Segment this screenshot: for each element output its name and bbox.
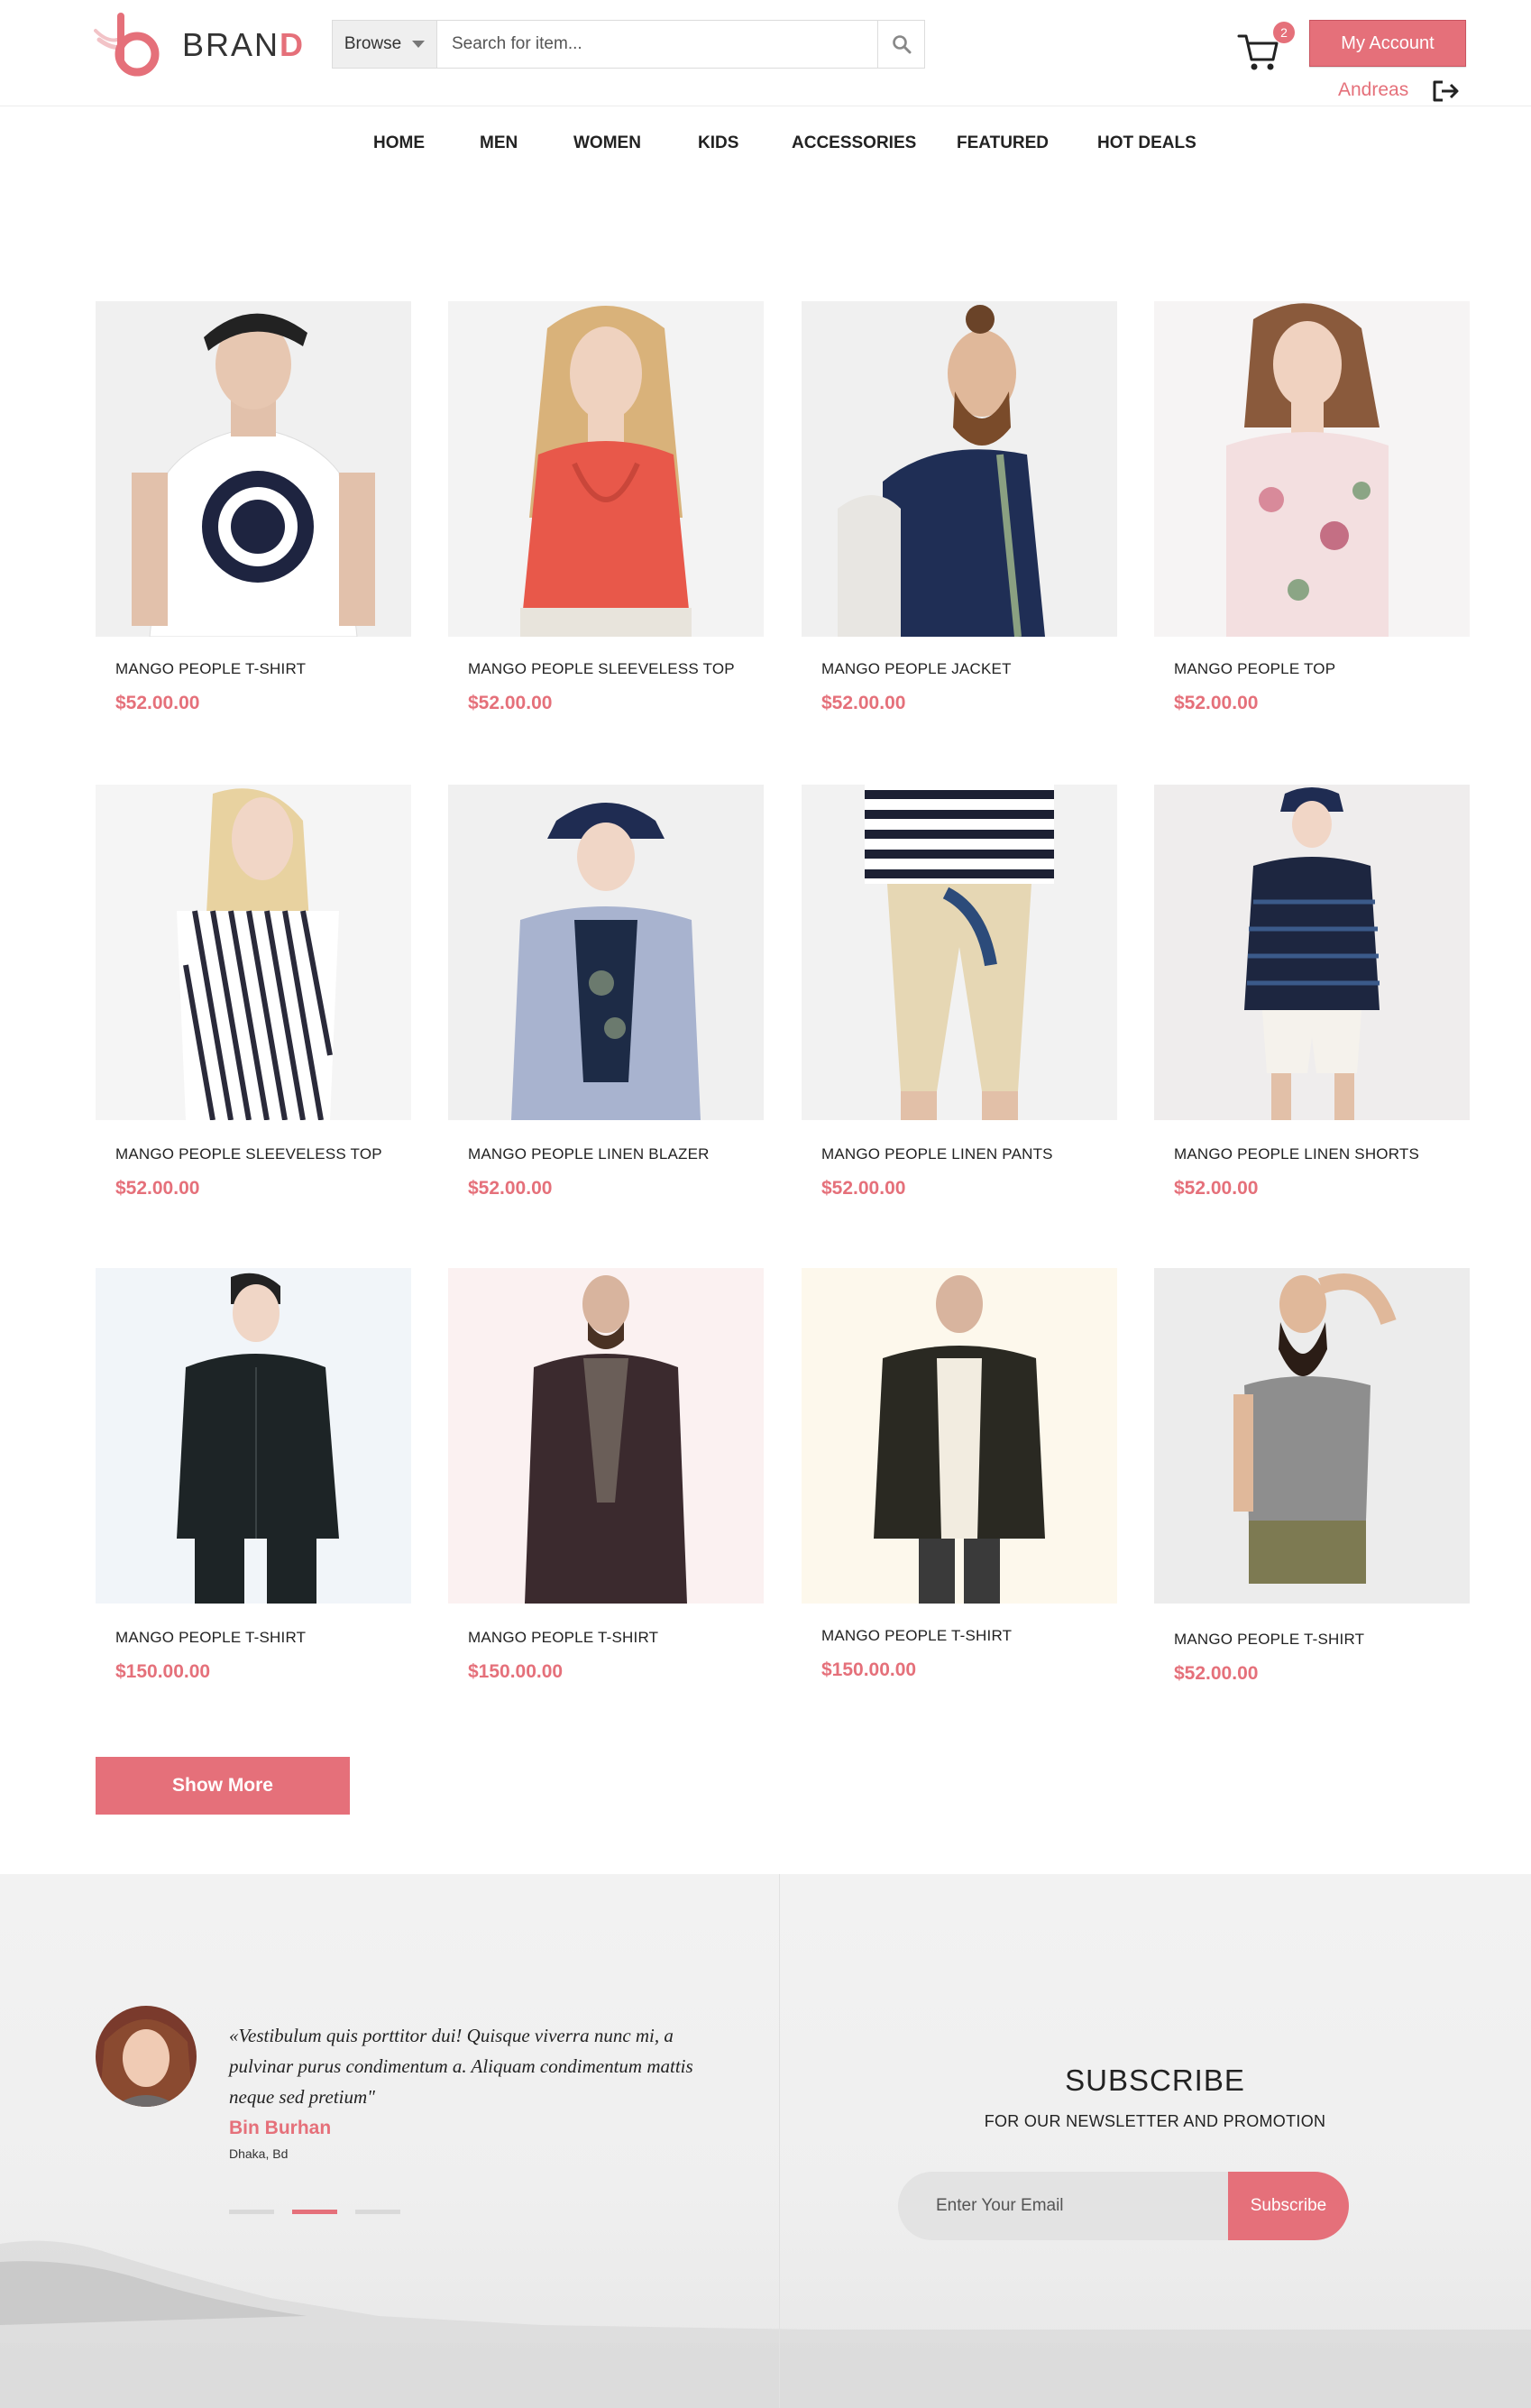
- pagination-dot[interactable]: [355, 2210, 400, 2214]
- product-price: $52.00.00: [821, 1178, 906, 1199]
- brand-name: BRAND: [182, 26, 306, 63]
- product-card[interactable]: MANGO PEOPLE JACKET $52.00.00: [802, 301, 1117, 713]
- product-card[interactable]: MANGO PEOPLE T-SHIRT $52.00.00: [1154, 1268, 1470, 1684]
- cart-count-badge: 2: [1273, 22, 1295, 43]
- product-price: $52.00.00: [468, 1178, 553, 1199]
- product-image[interactable]: [448, 301, 764, 637]
- product-card[interactable]: MANGO PEOPLE T-SHIRT $150.00.00: [802, 1268, 1117, 1680]
- nav-item-featured[interactable]: FEATURED: [957, 133, 1049, 153]
- product-price: $52.00.00: [821, 693, 906, 713]
- product-image[interactable]: [1154, 1268, 1470, 1604]
- site-header: BRAND Browse 2 My Account Andreas: [0, 0, 1531, 106]
- subscribe-form: Subscribe: [898, 2172, 1349, 2240]
- testimonial-quote: «Vestibulum quis porttitor dui! Quisque …: [229, 2025, 693, 2108]
- product-card[interactable]: MANGO PEOPLE SLEEVELESS TOP $52.00.00: [96, 785, 411, 1199]
- product-price: $52.00.00: [1174, 1178, 1259, 1199]
- product-price: $52.00.00: [115, 1178, 200, 1199]
- logout-icon: [1433, 80, 1459, 102]
- product-card[interactable]: MANGO PEOPLE TOP $52.00.00: [1154, 301, 1470, 713]
- show-more-button[interactable]: Show More: [96, 1757, 350, 1815]
- testimonial-author: Bin Burhan: [229, 2118, 332, 2138]
- cart-button[interactable]: 2: [1237, 22, 1295, 76]
- sea-background-image: [0, 2240, 1531, 2408]
- caret-down-icon: [412, 41, 426, 48]
- product-price: $52.00.00: [1174, 693, 1259, 713]
- product-price: $150.00.00: [821, 1659, 917, 1680]
- product-name[interactable]: MANGO PEOPLE LINEN SHORTS: [1174, 1145, 1419, 1163]
- product-name[interactable]: MANGO PEOPLE T-SHIRT: [115, 660, 306, 678]
- product-name[interactable]: MANGO PEOPLE LINEN BLAZER: [468, 1145, 710, 1163]
- search-button[interactable]: [877, 21, 924, 68]
- product-price: $52.00.00: [1174, 1663, 1259, 1684]
- product-card[interactable]: MANGO PEOPLE T-SHIRT $150.00.00: [96, 1268, 411, 1682]
- nav-item-kids[interactable]: KIDS: [698, 133, 738, 153]
- pagination-dot[interactable]: [229, 2210, 274, 2214]
- browse-label: Browse: [344, 34, 402, 53]
- product-name[interactable]: MANGO PEOPLE SLEEVELESS TOP: [115, 1145, 382, 1163]
- nav-item-hot-deals[interactable]: HOT DEALS: [1097, 133, 1196, 153]
- product-card[interactable]: MANGO PEOPLE LINEN BLAZER $52.00.00: [448, 785, 764, 1199]
- product-image[interactable]: [802, 301, 1117, 637]
- nav-item-accessories[interactable]: ACCESSORIES: [792, 133, 916, 153]
- product-image[interactable]: [1154, 785, 1470, 1120]
- product-price: $150.00.00: [115, 1661, 211, 1682]
- product-name[interactable]: MANGO PEOPLE TOP: [1174, 660, 1335, 678]
- product-price: $52.00.00: [115, 693, 200, 713]
- nav-item-women[interactable]: WOMEN: [573, 133, 641, 153]
- product-card[interactable]: MANGO PEOPLE LINEN PANTS $52.00.00: [802, 785, 1117, 1199]
- product-name[interactable]: MANGO PEOPLE T-SHIRT: [115, 1629, 306, 1647]
- testimonial-location: Dhaka, Bd: [229, 2146, 289, 2161]
- product-image[interactable]: [1154, 301, 1470, 637]
- testimonial-avatar: [96, 2006, 197, 2107]
- subscribe-subtitle: FOR OUR NEWSLETTER AND PROMOTION: [984, 2112, 1326, 2130]
- subscribe-title: SUBSCRIBE: [1065, 2063, 1245, 2097]
- logout-button[interactable]: [1432, 79, 1461, 103]
- search-input[interactable]: [437, 21, 877, 68]
- product-card[interactable]: MANGO PEOPLE SLEEVELESS TOP $52.00.00: [448, 301, 764, 713]
- my-account-button[interactable]: My Account: [1309, 20, 1466, 67]
- product-image[interactable]: [96, 301, 411, 637]
- testimonial-pagination: [229, 2210, 400, 2214]
- product-image[interactable]: [802, 1268, 1117, 1604]
- browse-dropdown[interactable]: Browse: [333, 21, 437, 68]
- product-image[interactable]: [448, 785, 764, 1120]
- user-name-link[interactable]: Andreas: [1338, 79, 1408, 101]
- product-name[interactable]: MANGO PEOPLE SLEEVELESS TOP: [468, 660, 735, 678]
- nav-item-home[interactable]: HOME: [373, 133, 425, 153]
- product-name[interactable]: MANGO PEOPLE JACKET: [821, 660, 1012, 678]
- logo-icon: [94, 13, 166, 78]
- brand-logo[interactable]: BRAND: [94, 13, 305, 78]
- product-image[interactable]: [802, 785, 1117, 1120]
- search-icon: [892, 35, 911, 54]
- product-name[interactable]: MANGO PEOPLE T-SHIRT: [1174, 1631, 1364, 1649]
- product-card[interactable]: MANGO PEOPLE T-SHIRT $150.00.00: [448, 1268, 764, 1682]
- search-bar: Browse: [332, 20, 925, 69]
- footer-section: «Vestibulum quis porttitor dui! Quisque …: [0, 1874, 1531, 2408]
- product-name[interactable]: MANGO PEOPLE T-SHIRT: [468, 1629, 658, 1647]
- nav-item-men[interactable]: MEN: [480, 133, 518, 153]
- product-image[interactable]: [96, 785, 411, 1120]
- product-image[interactable]: [96, 1268, 411, 1604]
- footer-divider: [779, 1874, 780, 2408]
- product-name[interactable]: MANGO PEOPLE T-SHIRT: [821, 1627, 1012, 1645]
- product-price: $52.00.00: [468, 693, 553, 713]
- subscribe-button[interactable]: Subscribe: [1228, 2172, 1349, 2240]
- product-card[interactable]: MANGO PEOPLE T-SHIRT $52.00.00: [96, 301, 411, 713]
- product-price: $150.00.00: [468, 1661, 564, 1682]
- product-name[interactable]: MANGO PEOPLE LINEN PANTS: [821, 1145, 1053, 1163]
- product-image[interactable]: [448, 1268, 764, 1604]
- pagination-dot-active[interactable]: [292, 2210, 337, 2214]
- email-field[interactable]: [898, 2172, 1228, 2240]
- product-card[interactable]: MANGO PEOPLE LINEN SHORTS $52.00.00: [1154, 785, 1470, 1199]
